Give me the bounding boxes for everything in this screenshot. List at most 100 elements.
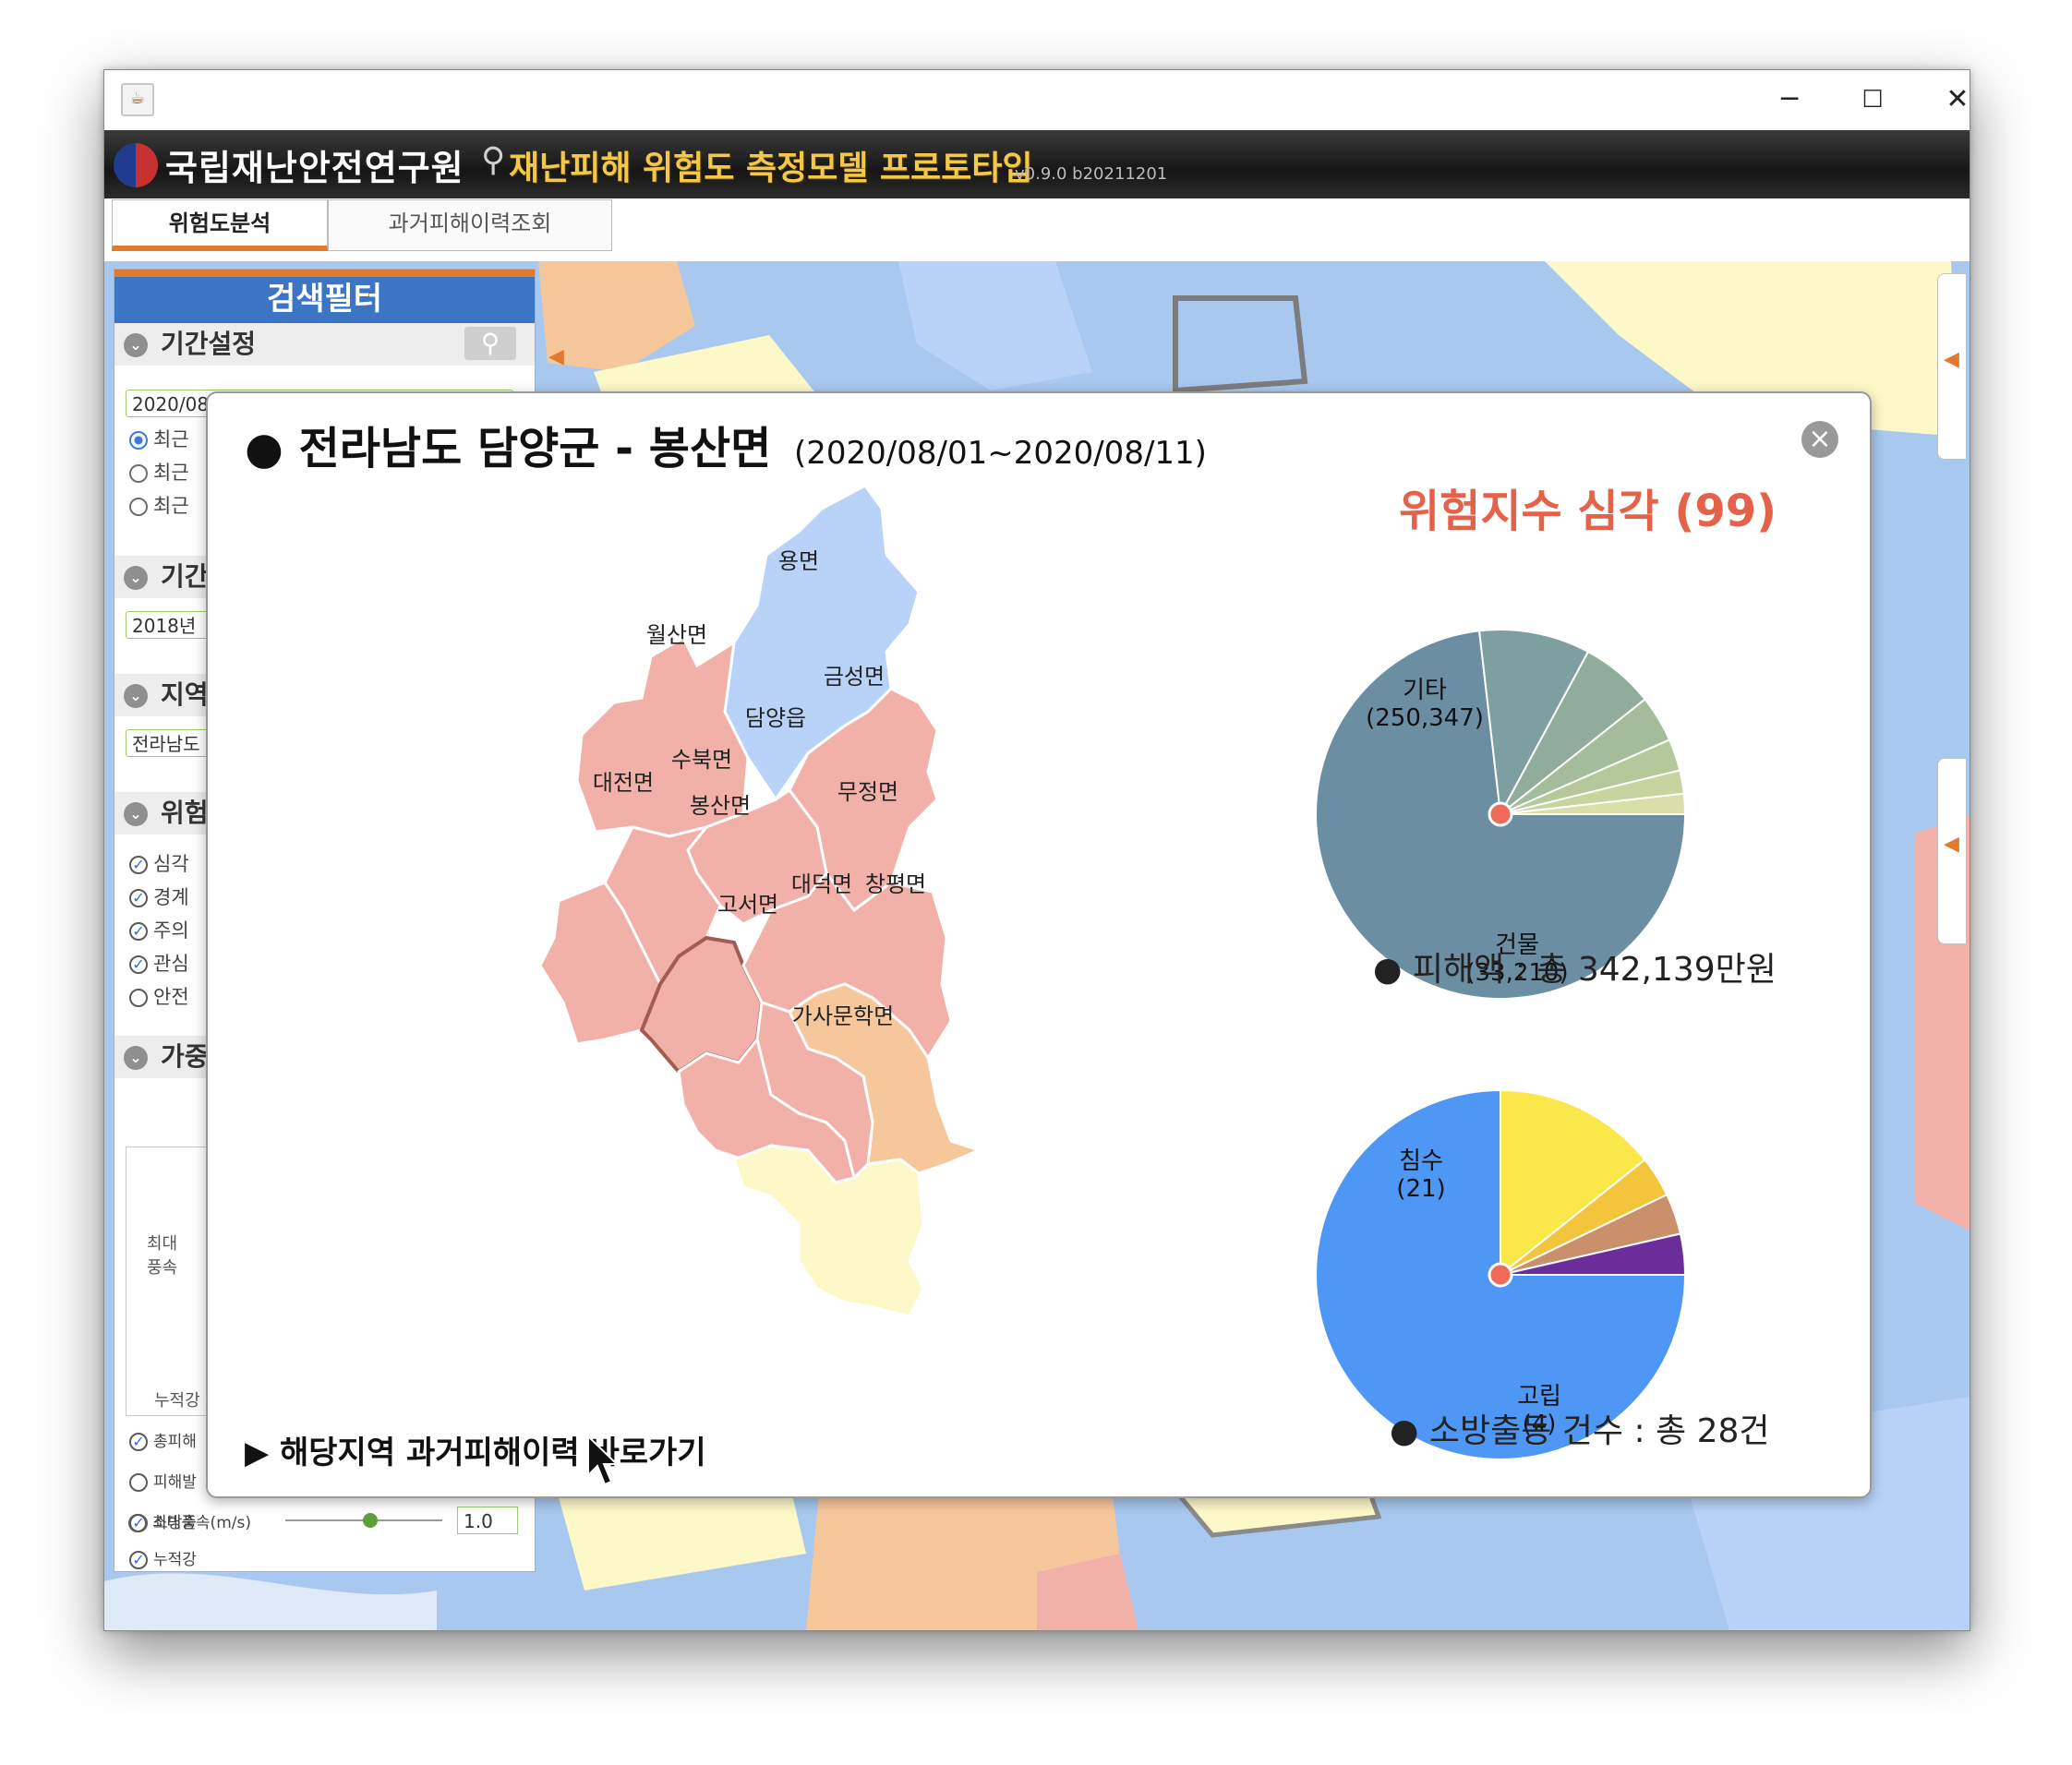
- taegeuk-logo-icon: [114, 143, 158, 187]
- check-icon: [129, 1473, 148, 1492]
- risk-severe-checkbox[interactable]: ✓ 심각: [129, 851, 189, 877]
- section-label: 위험: [161, 798, 209, 828]
- region-label: 담양읍: [745, 705, 806, 731]
- right-panel-tab-middle[interactable]: ◀: [1937, 758, 1966, 944]
- radio: [129, 464, 148, 483]
- region-label: 용면: [778, 548, 819, 574]
- radio-selected: [129, 431, 148, 450]
- risk-caution-checkbox[interactable]: ✓ 주의: [129, 918, 189, 943]
- chevron-down-icon: ⌄: [124, 684, 148, 708]
- section-label: 가중: [161, 1041, 209, 1072]
- region-label: 봉산면: [690, 793, 751, 819]
- chevron-down-icon: ⌄: [124, 566, 148, 590]
- risk-index-label: 위험지수 심각 (99): [1399, 486, 1777, 537]
- region-label: 고서면: [717, 892, 778, 918]
- region-label: 무정면: [837, 779, 898, 805]
- app-banner: 국립재난안전연구원 ⚲ 재난피해 위험도 측정모델 프로토타입 v0.9.0 b…: [104, 130, 1970, 198]
- option-label: 심각: [153, 853, 189, 875]
- graph-axis-label: 누적강: [154, 1391, 200, 1411]
- java-cup-icon: ☕: [121, 83, 154, 116]
- map-pin-icon: ⚲: [481, 141, 506, 179]
- damage-total-text: 피해액 : 총 342,139만원: [1412, 951, 1777, 989]
- history-link-text: 해당지역 과거피해이력 바로가기: [280, 1435, 706, 1471]
- check-icon: [129, 989, 148, 1007]
- weight-total-damage-checkbox[interactable]: ✓ 총피해: [129, 1429, 197, 1455]
- search-button[interactable]: ⚲: [464, 327, 516, 360]
- section-label: 지역: [161, 679, 209, 710]
- dispatch-total-label: ● 소방출동 건수 : 총 28건: [1390, 1404, 1770, 1452]
- period-option-2[interactable]: 최근: [129, 460, 189, 486]
- play-arrow-icon: ▶: [245, 1435, 270, 1471]
- section-label: 기간: [161, 561, 209, 592]
- tab-risk-analysis[interactable]: 위험도분석: [112, 199, 328, 251]
- minimize-button[interactable]: ─: [1757, 76, 1822, 124]
- search-icon: ⚲: [480, 328, 500, 358]
- maximize-button[interactable]: ☐: [1840, 76, 1905, 124]
- check-icon: ✓: [129, 955, 148, 974]
- risk-safe-checkbox[interactable]: 안전: [129, 984, 189, 1010]
- version-label: v0.9.0 b20211201: [1015, 164, 1168, 184]
- risk-interest-checkbox[interactable]: ✓ 관심: [129, 951, 189, 977]
- close-window-button[interactable]: ✕: [1925, 76, 1970, 124]
- option-label: 최대풍속(m/s): [152, 1514, 251, 1532]
- chevron-down-icon: ⌄: [124, 333, 148, 357]
- option-label: 최근: [153, 462, 189, 484]
- tab-past-damage-history[interactable]: 과거피해이력조회: [328, 199, 612, 251]
- weight-damage-occurrence-checkbox[interactable]: 피해발: [129, 1470, 197, 1495]
- collapse-left-icon: ◀: [1944, 833, 1959, 856]
- bullet-icon: ●: [1390, 1412, 1419, 1450]
- check-icon: ✓: [129, 1551, 148, 1569]
- weight-max-wind-checkbox[interactable]: 최대풍속(m/s): [128, 1510, 251, 1536]
- check-icon: ✓: [129, 889, 148, 907]
- period-option-1[interactable]: 최근: [129, 426, 189, 452]
- check-icon: ✓: [129, 1433, 148, 1451]
- title-bar: ☕ ─ ☐ ✕: [104, 70, 1970, 130]
- collapse-left-icon: ◀: [1944, 348, 1959, 371]
- pie-slice-value: (21): [1396, 1175, 1445, 1203]
- region-label: 수북면: [671, 747, 732, 773]
- past-history-link[interactable]: ▶ 해당지역 과거피해이력 바로가기: [245, 1427, 706, 1472]
- search-filter-header: 검색필터: [114, 270, 535, 323]
- max-wind-slider[interactable]: [285, 1513, 442, 1528]
- period-option-3[interactable]: 최근: [129, 493, 189, 519]
- option-label: 안전: [153, 986, 189, 1008]
- right-panel-tab-top[interactable]: ◀: [1937, 273, 1966, 460]
- region-label: 대전면: [593, 770, 654, 796]
- section-label: 기간설정: [161, 329, 257, 359]
- period-settings-section[interactable]: ⌄ 기간설정 ⚲: [114, 323, 535, 366]
- pie-center-marker: [1488, 801, 1513, 827]
- option-label: 최근: [153, 428, 189, 450]
- bullet-icon: ●: [1373, 951, 1403, 989]
- region-label: 창평면: [865, 871, 926, 897]
- weight-rainfall-checkbox[interactable]: ✓ 누적강: [129, 1547, 197, 1573]
- option-label: 최근: [153, 495, 189, 517]
- max-wind-value-field[interactable]: 1.0: [457, 1507, 518, 1534]
- option-label: 피해발: [153, 1473, 197, 1492]
- check-icon: ✓: [129, 856, 148, 874]
- check-icon: ✓: [129, 922, 148, 941]
- app-window: ☕ ─ ☐ ✕ 국립재난안전연구원 ⚲ 재난피해 위험도 측정모델 프로토타입 …: [103, 69, 1970, 1631]
- risk-warning-checkbox[interactable]: ✓ 경계: [129, 884, 189, 910]
- option-label: 누적강: [153, 1551, 197, 1569]
- slider-handle[interactable]: [363, 1513, 378, 1528]
- collapse-panel-icon[interactable]: ◀: [548, 345, 564, 368]
- pie-slice-label: 기타: [1403, 677, 1447, 704]
- region-label: 금성면: [824, 664, 885, 690]
- region-label: 가사문학면: [792, 1003, 894, 1029]
- option-label: 관심: [153, 953, 189, 975]
- option-label: 총피해: [153, 1433, 197, 1451]
- chevron-down-icon: ⌄: [124, 1046, 148, 1070]
- option-label: 경계: [153, 886, 189, 908]
- pie-slice-value: (250,347): [1366, 704, 1484, 732]
- option-label: 주의: [153, 919, 189, 942]
- region-label: 월산면: [646, 622, 707, 648]
- region-detail-popup: ● 전라남도 담양군 - 봉산면 (2020/08/01~2020/08/11)…: [206, 391, 1872, 1498]
- chevron-down-icon: ⌄: [124, 802, 148, 826]
- dispatch-total-text: 소방출동 건수 : 총 28건: [1428, 1412, 1770, 1450]
- mouse-cursor-icon: [587, 1435, 620, 1486]
- app-title: 재난피해 위험도 측정모델 프로토타입: [509, 150, 1033, 187]
- graph-axis-label: 최대 풍속: [147, 1234, 178, 1278]
- region-label: 대덕면: [791, 871, 852, 897]
- check-icon: [128, 1514, 147, 1532]
- damage-total-label: ● 피해액 : 총 342,139만원: [1373, 943, 1777, 991]
